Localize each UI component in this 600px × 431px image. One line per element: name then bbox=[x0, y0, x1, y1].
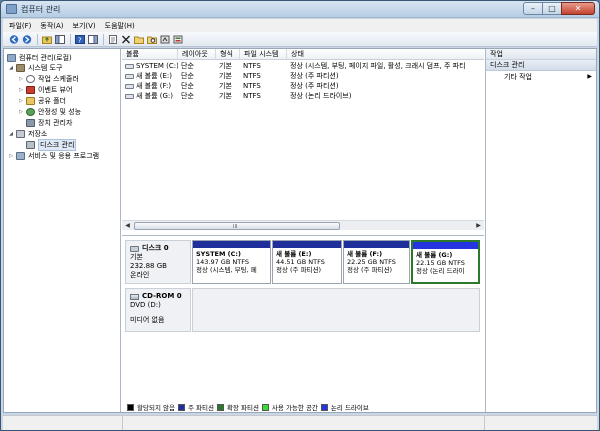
tools-icon bbox=[16, 63, 25, 72]
submenu-arrow-icon: ▶ bbox=[587, 73, 592, 80]
event-viewer-icon bbox=[26, 85, 35, 94]
expanded-triangle-icon[interactable]: ◢ bbox=[8, 131, 14, 137]
tree-item-shared-folders[interactable]: ▷ 공유 폴더 bbox=[18, 95, 66, 106]
status-segment bbox=[3, 416, 123, 430]
expanded-triangle-icon[interactable]: ◢ bbox=[8, 65, 14, 71]
partition-c[interactable]: SYSTEM (C:) 143.97 GB NTFS 정상 (시스템, 부팅, … bbox=[192, 240, 271, 284]
minimize-button[interactable]: – bbox=[523, 2, 543, 15]
tree-item-storage[interactable]: ◢ 저장소 bbox=[8, 128, 47, 139]
status-segment bbox=[485, 416, 597, 430]
disk-graphical-view: 디스크 0 기본 232.88 GB 온라인 SYSTEM (C:) 143.9… bbox=[122, 235, 484, 412]
actions-section-disk-management[interactable]: 디스크 관리 bbox=[486, 60, 596, 71]
svg-text:?: ? bbox=[78, 36, 82, 44]
column-file-system[interactable]: 파일 시스템 bbox=[240, 49, 287, 60]
table-row[interactable]: 새 볼륨 (F:) 단순 기본 NTFS 정상 (주 파티션) bbox=[122, 81, 484, 91]
cdrom-0-area[interactable] bbox=[192, 288, 480, 332]
volume-icon bbox=[125, 83, 134, 89]
menu-help[interactable]: 도움말(H) bbox=[105, 21, 135, 31]
legend-swatch-unallocated bbox=[127, 403, 134, 411]
maximize-button[interactable]: □ bbox=[542, 2, 562, 15]
partition-g[interactable]: 새 볼륨 (G:) 22.15 GB NTFS 정상 (논리 드라이 bbox=[411, 240, 480, 284]
navigation-tree: 컴퓨터 관리(로컬) ◢ 시스템 도구 ▷ 작업 스케줄러 ▷ 이벤트 뷰어 ▷… bbox=[4, 49, 121, 412]
disk-0-label[interactable]: 디스크 0 기본 232.88 GB 온라인 bbox=[125, 240, 191, 284]
cd-drive-icon bbox=[130, 293, 139, 300]
tree-item-task-scheduler[interactable]: ▷ 작업 스케줄러 bbox=[18, 73, 79, 84]
status-segment bbox=[123, 416, 485, 430]
device-manager-icon bbox=[26, 118, 35, 127]
collapsed-triangle-icon[interactable]: ▷ bbox=[18, 98, 24, 104]
shared-folder-icon bbox=[26, 96, 35, 105]
legend-swatch-extended bbox=[216, 403, 224, 411]
collapsed-triangle-icon[interactable]: ▷ bbox=[18, 87, 24, 93]
center-pane: 볼륨 레이아웃 형식 파일 시스템 상태 SYSTEM (C:) 단순 기본 N… bbox=[122, 49, 484, 412]
column-status[interactable]: 상태 bbox=[287, 49, 484, 60]
tree-item-disk-management[interactable]: 디스크 관리 bbox=[18, 138, 77, 151]
clock-icon bbox=[26, 74, 35, 83]
table-row[interactable]: SYSTEM (C:) 단순 기본 NTFS 정상 (시스템, 부팅, 페이지 … bbox=[122, 61, 484, 71]
tree-item-reliability-performance[interactable]: ▷ 안정성 및 성능 bbox=[18, 106, 81, 117]
volume-icon bbox=[125, 73, 134, 79]
open-icon[interactable] bbox=[133, 34, 144, 45]
window: 컴퓨터 관리 – □ ✕ 파일(F) 동작(A) 보기(V) 도움말(H) ? bbox=[0, 0, 600, 431]
show-hide-tree-icon[interactable] bbox=[54, 34, 65, 45]
collapsed-triangle-icon[interactable]: ▷ bbox=[8, 153, 14, 159]
volume-icon bbox=[125, 93, 134, 99]
scroll-thumb[interactable]: III bbox=[134, 222, 340, 230]
content-area: 컴퓨터 관리(로컬) ◢ 시스템 도구 ▷ 작업 스케줄러 ▷ 이벤트 뷰어 ▷… bbox=[3, 48, 597, 413]
column-volume[interactable]: 볼륨 bbox=[122, 49, 178, 60]
services-icon bbox=[16, 151, 25, 160]
more-actions-item[interactable]: 기타 작업 ▶ bbox=[486, 71, 596, 83]
legend-swatch-free-space bbox=[261, 403, 269, 411]
volume-list-header: 볼륨 레이아웃 형식 파일 시스템 상태 bbox=[122, 49, 484, 60]
performance-icon bbox=[26, 107, 35, 116]
scroll-left-icon[interactable]: ◀ bbox=[123, 222, 132, 230]
back-icon[interactable] bbox=[8, 34, 19, 45]
actions-pane: 작업 디스크 관리 기타 작업 ▶ bbox=[485, 49, 596, 412]
toolbar: ? bbox=[3, 32, 597, 47]
table-row[interactable]: 새 볼륨 (E:) 단순 기본 NTFS 정상 (주 파티션) bbox=[122, 71, 484, 81]
show-hide-action-icon[interactable] bbox=[87, 34, 98, 45]
scroll-right-icon[interactable]: ▶ bbox=[474, 222, 483, 230]
collapsed-triangle-icon[interactable]: ▷ bbox=[18, 76, 24, 82]
title-bar[interactable]: 컴퓨터 관리 – □ ✕ bbox=[1, 1, 599, 18]
column-layout[interactable]: 레이아웃 bbox=[178, 49, 216, 60]
computer-management-icon bbox=[6, 4, 17, 14]
disk-management-icon bbox=[26, 140, 35, 149]
window-title: 컴퓨터 관리 bbox=[21, 5, 61, 14]
delete-icon[interactable] bbox=[120, 34, 131, 45]
tree-item-device-manager[interactable]: 장치 관리자 bbox=[18, 117, 72, 128]
up-folder-icon[interactable] bbox=[41, 34, 52, 45]
explore-icon[interactable] bbox=[146, 34, 157, 45]
status-bar bbox=[3, 415, 597, 430]
computer-icon bbox=[7, 53, 16, 62]
legend: 할당되지 않음 주 파티션 확장 파티션 사용 가능한 공간 논리 드라이브 bbox=[124, 402, 482, 412]
tree-item-system-tools[interactable]: ◢ 시스템 도구 bbox=[8, 62, 62, 73]
column-type[interactable]: 형식 bbox=[216, 49, 240, 60]
refresh-icon[interactable] bbox=[159, 34, 170, 45]
menu-view[interactable]: 보기(V) bbox=[73, 21, 96, 31]
tree-item-services-applications[interactable]: ▷ 서비스 및 응용 프로그램 bbox=[8, 150, 99, 161]
table-row[interactable]: 새 볼륨 (G:) 단순 기본 NTFS 정상 (논리 드라이브) bbox=[122, 91, 484, 101]
volume-list: SYSTEM (C:) 단순 기본 NTFS 정상 (시스템, 부팅, 페이지 … bbox=[122, 61, 484, 101]
partition-e[interactable]: 새 볼륨 (E:) 44.51 GB NTFS 정상 (주 파티션) bbox=[272, 240, 342, 284]
horizontal-scrollbar[interactable]: ◀ III ▶ bbox=[122, 220, 484, 230]
forward-icon[interactable] bbox=[21, 34, 32, 45]
cdrom-0-label[interactable]: CD-ROM 0 DVD (D:) 미디어 없음 bbox=[125, 288, 191, 332]
settings-icon[interactable] bbox=[172, 34, 183, 45]
menu-action[interactable]: 동작(A) bbox=[40, 21, 63, 31]
legend-swatch-logical bbox=[320, 403, 328, 411]
actions-header: 작업 bbox=[486, 49, 596, 60]
legend-swatch-primary bbox=[177, 403, 185, 411]
properties-icon[interactable] bbox=[107, 34, 118, 45]
close-button[interactable]: ✕ bbox=[561, 2, 595, 15]
volume-icon bbox=[125, 63, 134, 69]
menu-file[interactable]: 파일(F) bbox=[9, 21, 31, 31]
tree-item-event-viewer[interactable]: ▷ 이벤트 뷰어 bbox=[18, 84, 72, 95]
help-icon[interactable]: ? bbox=[74, 34, 85, 45]
hard-disk-icon bbox=[130, 245, 139, 252]
storage-icon bbox=[16, 129, 25, 138]
partition-f[interactable]: 새 볼륨 (F:) 22.25 GB NTFS 정상 (주 파티션) bbox=[343, 240, 410, 284]
collapsed-triangle-icon[interactable]: ▷ bbox=[18, 109, 24, 115]
menu-bar: 파일(F) 동작(A) 보기(V) 도움말(H) bbox=[3, 19, 597, 32]
